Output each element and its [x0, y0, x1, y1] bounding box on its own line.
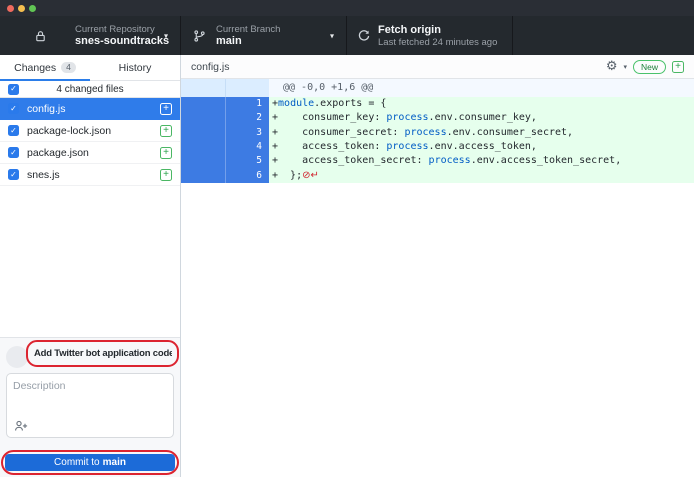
- branch-name: main: [216, 35, 280, 48]
- diff-code-text: + access_token_secret: process.env.acces…: [269, 154, 694, 168]
- diff-gutter-old[interactable]: [181, 169, 225, 183]
- added-status-icon: [160, 103, 172, 115]
- new-file-badge: New: [633, 60, 666, 74]
- diff-panel: config.js ⚙ ▾ New @@ -0,0 +1,6 @@ 1+modu…: [181, 55, 694, 477]
- file-name: package-lock.json: [27, 125, 160, 137]
- file-row-package.json[interactable]: package.json: [0, 142, 180, 164]
- diff-line: 6+ };⊘↵: [181, 169, 694, 183]
- commit-form: Commit to main: [0, 337, 180, 477]
- zoom-button[interactable]: [29, 5, 36, 12]
- fetch-sublabel: Last fetched 24 minutes ago: [378, 37, 497, 48]
- gear-icon[interactable]: ⚙: [606, 60, 618, 73]
- commit-description-textarea[interactable]: [7, 374, 173, 416]
- diff-gutter-old[interactable]: [181, 154, 225, 168]
- file-include-checkbox[interactable]: [8, 147, 19, 158]
- changed-file-list: config.js package-lock.json package.json sn…: [0, 98, 180, 186]
- file-name: package.json: [27, 147, 160, 159]
- file-include-checkbox[interactable]: [8, 169, 19, 180]
- repository-selector[interactable]: Current Repository snes-soundtracks ▾: [0, 16, 181, 55]
- repository-name: snes-soundtracks: [75, 35, 169, 48]
- github-desktop-window: Current Repository snes-soundtracks ▾ Cu…: [0, 0, 694, 477]
- changed-files-summary: 4 changed files: [0, 84, 180, 95]
- added-status-icon: [672, 61, 684, 73]
- diff-code-text: + consumer_secret: process.env.consumer_…: [269, 126, 694, 140]
- diff-header: config.js ⚙ ▾ New: [181, 55, 694, 79]
- diff-gutter-line-number[interactable]: 2: [225, 111, 269, 125]
- chevron-down-icon[interactable]: ▾: [623, 63, 627, 71]
- fetch-label: Fetch origin: [378, 24, 497, 37]
- tab-bar: Changes 4 History: [0, 55, 180, 81]
- diff-code-text: + consumer_key: process.env.consumer_key…: [269, 111, 694, 125]
- tab-changes[interactable]: Changes 4: [0, 55, 90, 80]
- git-branch-icon: [193, 29, 206, 43]
- diff-code-text: +module.exports = {: [269, 97, 694, 111]
- chevron-down-icon: ▾: [330, 31, 334, 40]
- hunk-gutter-new: [225, 79, 269, 97]
- title-bar: [0, 0, 694, 16]
- diff-gutter-old[interactable]: [181, 111, 225, 125]
- diff-gutter-old[interactable]: [181, 126, 225, 140]
- hunk-header-row: @@ -0,0 +1,6 @@: [181, 79, 694, 97]
- added-status-icon: [160, 147, 172, 159]
- diff-line: 1+module.exports = {: [181, 97, 694, 111]
- diff-file-name: config.js: [191, 61, 230, 73]
- minimize-button[interactable]: [18, 5, 25, 12]
- file-row-config.js[interactable]: config.js: [0, 98, 180, 120]
- diff-line: 3+ consumer_secret: process.env.consumer…: [181, 126, 694, 140]
- fetch-origin-button[interactable]: Fetch origin Last fetched 24 minutes ago: [347, 16, 513, 55]
- diff-gutter-line-number[interactable]: 5: [225, 154, 269, 168]
- file-name: snes.js: [27, 169, 160, 181]
- commit-summary-input[interactable]: [34, 346, 172, 361]
- avatar: [6, 346, 28, 368]
- file-row-snes.js[interactable]: snes.js: [0, 164, 180, 186]
- file-name: config.js: [27, 103, 160, 115]
- file-row-package-lock.json[interactable]: package-lock.json: [0, 120, 180, 142]
- sync-icon: [357, 29, 371, 43]
- commit-description-box: [6, 373, 174, 438]
- lock-icon: [34, 29, 47, 43]
- tab-changes-label: Changes: [14, 62, 56, 74]
- diff-line: 4+ access_token: process.env.access_toke…: [181, 140, 694, 154]
- hunk-header-text: @@ -0,0 +1,6 @@: [269, 79, 694, 97]
- diff-code-text: + access_token: process.env.access_token…: [269, 140, 694, 154]
- repository-label: Current Repository: [75, 24, 169, 35]
- diff-gutter-line-number[interactable]: 3: [225, 126, 269, 140]
- diff-lines: 1+module.exports = {2+ consumer_key: pro…: [181, 97, 694, 183]
- tab-history-label: History: [119, 62, 152, 74]
- changed-files-header: 4 changed files: [0, 81, 180, 98]
- diff-gutter-line-number[interactable]: 6: [225, 169, 269, 183]
- diff-line: 5+ access_token_secret: process.env.acce…: [181, 154, 694, 168]
- diff-code-text: + };⊘↵: [269, 169, 694, 183]
- toolbar-spacer: [513, 16, 694, 55]
- commit-button[interactable]: Commit to main: [5, 454, 175, 471]
- added-status-icon: [160, 125, 172, 137]
- diff-gutter-old[interactable]: [181, 140, 225, 154]
- changes-count-badge: 4: [61, 62, 76, 73]
- added-status-icon: [160, 169, 172, 181]
- branch-label: Current Branch: [216, 24, 280, 35]
- diff-gutter-line-number[interactable]: 4: [225, 140, 269, 154]
- sidebar: Changes 4 History 4 changed files config…: [0, 55, 181, 477]
- diff-gutter-line-number[interactable]: 1: [225, 97, 269, 111]
- toolbar: Current Repository snes-soundtracks ▾ Cu…: [0, 16, 694, 55]
- add-coauthor-icon[interactable]: [14, 419, 28, 433]
- chevron-down-icon: ▾: [164, 31, 168, 40]
- file-include-checkbox[interactable]: [8, 103, 19, 114]
- close-button[interactable]: [7, 5, 14, 12]
- diff-gutter-old[interactable]: [181, 97, 225, 111]
- file-include-checkbox[interactable]: [8, 125, 19, 136]
- commit-button-branch: main: [103, 457, 126, 468]
- hunk-gutter-old: [181, 79, 225, 97]
- select-all-checkbox[interactable]: [8, 84, 19, 95]
- tab-history[interactable]: History: [90, 55, 180, 80]
- branch-selector[interactable]: Current Branch main ▾: [181, 16, 347, 55]
- diff-line: 2+ consumer_key: process.env.consumer_ke…: [181, 111, 694, 125]
- commit-button-prefix: Commit to: [54, 457, 100, 468]
